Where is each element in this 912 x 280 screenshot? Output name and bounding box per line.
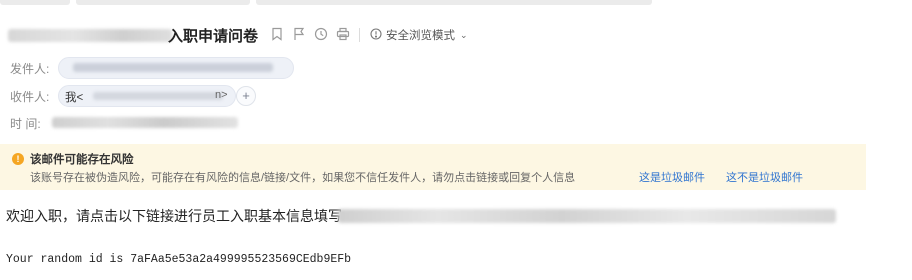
top-divider — [76, 0, 250, 5]
sender-chip[interactable] — [58, 57, 294, 79]
add-recipient-button[interactable]: + — [236, 86, 256, 106]
safe-mode-label: 安全浏览模式 — [386, 30, 455, 42]
mail-body-welcome: 欢迎入职，请点击以下链接进行员工入职基本信息填写 — [6, 208, 342, 224]
warning-description: 该账号存在被伪造风险，可能存在有风险的信息/链接/文件，如果您不信任发件人，请勿… — [30, 172, 576, 184]
warning-icon: ! — [12, 153, 24, 165]
toolbar-separator — [359, 28, 360, 42]
redacted-subject-prefix — [8, 29, 172, 42]
mail-body-random-id: Your random id is 7aFAa5e53a2a4999955235… — [6, 253, 352, 266]
mark-as-spam-link[interactable]: 这是垃圾邮件 — [639, 169, 705, 185]
redacted-time-value — [52, 117, 238, 128]
redacted-recipient-address — [93, 92, 223, 100]
top-divider — [0, 0, 70, 5]
chevron-down-icon: ⌄ — [460, 29, 468, 40]
mail-toolbar — [270, 26, 350, 42]
time-label: 时 间: — [10, 117, 41, 131]
redacted-link[interactable] — [338, 209, 836, 223]
sender-label: 发件人: — [10, 62, 50, 76]
safe-browsing-mode-toggle[interactable]: 安全浏览模式 ⌄ — [370, 27, 468, 43]
recipient-address-tail: n> — [215, 89, 228, 101]
recipient-name: 我< — [65, 92, 84, 104]
redacted-sender-address — [73, 63, 273, 72]
top-divider — [256, 0, 652, 5]
clock-icon[interactable] — [314, 26, 328, 42]
mail-subject-row: 入职申请问卷 安全浏览模式 ⌄ — [8, 24, 528, 46]
mail-subject: 入职申请问卷 — [168, 28, 259, 45]
warning-title: 该邮件可能存在风险 — [30, 154, 134, 166]
risk-warning-banner: ! 该邮件可能存在风险 该账号存在被伪造风险，可能存在有风险的信息/链接/文件，… — [0, 144, 866, 190]
recipient-label: 收件人: — [10, 90, 50, 104]
not-spam-link[interactable]: 这不是垃圾邮件 — [726, 169, 803, 185]
bookmark-icon[interactable] — [270, 26, 284, 42]
flag-icon[interactable] — [292, 26, 306, 42]
recipient-chip[interactable]: 我< n> — [58, 85, 236, 107]
print-icon[interactable] — [336, 26, 350, 42]
shield-icon — [370, 27, 382, 43]
